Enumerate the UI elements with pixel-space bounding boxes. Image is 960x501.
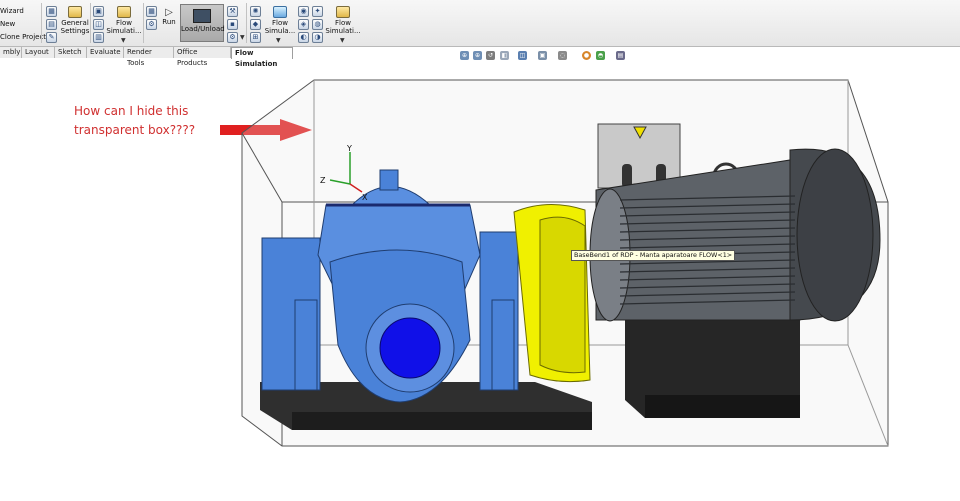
toolbar-icon-14[interactable]: ◉: [298, 6, 309, 17]
tab-assembly[interactable]: mbly: [0, 47, 22, 58]
toolbar-icon-13[interactable]: ⊞: [250, 32, 261, 43]
load-unload-button[interactable]: Load/Unload: [180, 4, 225, 42]
chevron-down-icon[interactable]: ▼: [121, 37, 126, 44]
toolbar-icon-6[interactable]: ▥: [93, 32, 104, 43]
save-icon[interactable]: ▪: [227, 19, 238, 30]
toolbar-icon-2[interactable]: ▤: [46, 19, 57, 30]
toolbar-icon-15[interactable]: ◈: [298, 19, 309, 30]
toolbar-icon-8[interactable]: ⚙: [146, 19, 157, 30]
toolbar-icon-4[interactable]: ▣: [93, 6, 104, 17]
chevron-down-icon[interactable]: ▼: [340, 37, 345, 44]
tab-office-products[interactable]: Office Products: [174, 47, 231, 67]
section-view-icon[interactable]: ◧: [500, 51, 509, 60]
scene-icon[interactable]: ◓: [596, 51, 605, 60]
toolbar-icon-3[interactable]: ✎: [46, 32, 57, 43]
zoom-fit-icon[interactable]: ⊕: [460, 51, 469, 60]
flow-simulation-button-1[interactable]: Flow Simulati...: [106, 6, 142, 35]
toolbar-icon-18[interactable]: ◍: [312, 19, 323, 30]
tab-evaluate[interactable]: Evaluate: [87, 47, 124, 58]
toolbar-icon-7[interactable]: ▦: [146, 6, 157, 17]
results-icon: [273, 6, 287, 18]
wizard-button[interactable]: Wizard: [0, 7, 24, 15]
toolbar-icon-9[interactable]: ⚒: [227, 6, 238, 17]
zoom-area-icon[interactable]: ⊕: [473, 51, 482, 60]
new-button[interactable]: New: [0, 20, 15, 28]
triad-y-label: Y: [346, 144, 352, 153]
toolbar-icon-11[interactable]: ✺: [250, 6, 261, 17]
display-style-icon[interactable]: ▣: [538, 51, 547, 60]
triad-z-label: Z: [320, 176, 326, 185]
hide-show-icon[interactable]: ◌: [558, 51, 567, 60]
flow-simulation-icon: [336, 6, 350, 18]
toolbar-icon-16[interactable]: ◐: [298, 32, 309, 43]
previous-view-icon[interactable]: ↺: [486, 51, 495, 60]
view-settings-icon[interactable]: ▤: [616, 51, 625, 60]
edit-appearance-icon[interactable]: ●: [582, 51, 591, 60]
view-orientation-icon[interactable]: ◫: [518, 51, 527, 60]
tab-flow-simulation[interactable]: Flow Simulation: [231, 47, 293, 68]
flow-simulation-button-2[interactable]: Flow Simula...: [263, 6, 297, 35]
toolbar-icon-17[interactable]: ✦: [312, 6, 323, 17]
selection-tooltip: BaseBend1 of RDP - Manta aparatoare FLOW…: [571, 250, 736, 261]
toolbar-icon-10[interactable]: ⚙: [227, 32, 238, 43]
load-unload-icon: [193, 9, 211, 23]
flow-simulation-button-3[interactable]: Flow Simulati...: [325, 6, 361, 35]
run-button[interactable]: ▷ Run: [160, 7, 178, 27]
chevron-down-icon[interactable]: ▼: [276, 37, 281, 44]
toolbar-icon-1[interactable]: ▦: [46, 6, 57, 17]
triad-x-label: X: [362, 193, 368, 202]
graphics-area[interactable]: Y Z X: [0, 60, 960, 501]
toolbar-icon-12[interactable]: ◆: [250, 19, 261, 30]
tab-sketch[interactable]: Sketch: [55, 47, 87, 58]
command-manager-ribbon: Wizard New Clone Project ▦ ▤ ✎ General S…: [0, 0, 960, 47]
flow-simulation-icon: [117, 6, 131, 18]
play-icon: ▷: [165, 7, 173, 18]
general-settings-icon: [68, 6, 82, 18]
toolbar-icon-5[interactable]: ◫: [93, 19, 104, 30]
clone-project-button[interactable]: Clone Project: [0, 33, 46, 41]
general-settings-button[interactable]: General Settings: [60, 6, 90, 35]
tab-layout[interactable]: Layout: [22, 47, 55, 58]
toolbar-icon-19[interactable]: ◑: [312, 32, 323, 43]
tab-render-tools[interactable]: Render Tools: [124, 47, 174, 67]
chevron-down-icon[interactable]: ▼: [240, 34, 245, 41]
